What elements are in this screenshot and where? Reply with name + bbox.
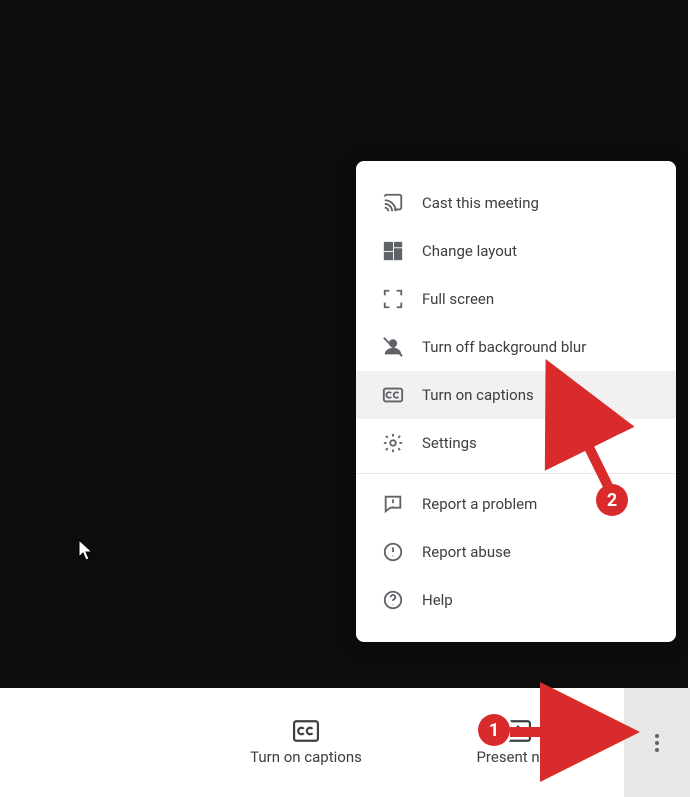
menu-item-help[interactable]: Help <box>356 576 676 624</box>
fullscreen-icon <box>382 288 404 310</box>
menu-item-label: Turn on captions <box>422 386 534 404</box>
menu-item-settings[interactable]: Settings <box>356 419 676 467</box>
gear-icon <box>382 432 404 454</box>
screenshot: Cast this meeting Change layout Full scr… <box>0 0 690 797</box>
menu-item-fullscreen[interactable]: Full screen <box>356 275 676 323</box>
blur-icon <box>382 336 404 358</box>
menu-item-label: Turn off background blur <box>422 338 586 356</box>
more-vert-icon <box>655 741 659 745</box>
menu-item-background-blur[interactable]: Turn off background blur <box>356 323 676 371</box>
menu-item-captions[interactable]: Turn on captions <box>356 371 676 419</box>
feedback-icon <box>382 493 404 515</box>
menu-item-report-abuse[interactable]: Report abuse <box>356 528 676 576</box>
layout-icon <box>382 240 404 262</box>
captions-button[interactable]: Turn on captions <box>200 688 412 797</box>
more-options-button[interactable] <box>624 688 690 797</box>
captions-icon <box>293 720 319 742</box>
menu-item-label: Report abuse <box>422 543 511 561</box>
captions-label: Turn on captions <box>250 748 362 766</box>
menu-item-label: Help <box>422 591 453 609</box>
menu-item-label: Settings <box>422 434 477 452</box>
menu-item-layout[interactable]: Change layout <box>356 227 676 275</box>
menu-item-label: Change layout <box>422 242 517 260</box>
menu-item-label: Report a problem <box>422 495 537 513</box>
help-icon <box>382 589 404 611</box>
menu-separator <box>356 473 676 474</box>
captions-icon <box>382 384 404 406</box>
menu-item-label: Full screen <box>422 290 494 308</box>
abuse-icon <box>382 541 404 563</box>
present-button[interactable]: Present now <box>412 688 624 797</box>
present-label: Present now <box>476 748 559 766</box>
menu-item-report-problem[interactable]: Report a problem <box>356 480 676 528</box>
menu-item-cast[interactable]: Cast this meeting <box>356 179 676 227</box>
cast-icon <box>382 192 404 214</box>
more-options-menu: Cast this meeting Change layout Full scr… <box>356 161 676 642</box>
bottom-toolbar: Turn on captions Present now <box>0 688 690 797</box>
menu-item-label: Cast this meeting <box>422 194 539 212</box>
present-icon <box>505 720 531 742</box>
